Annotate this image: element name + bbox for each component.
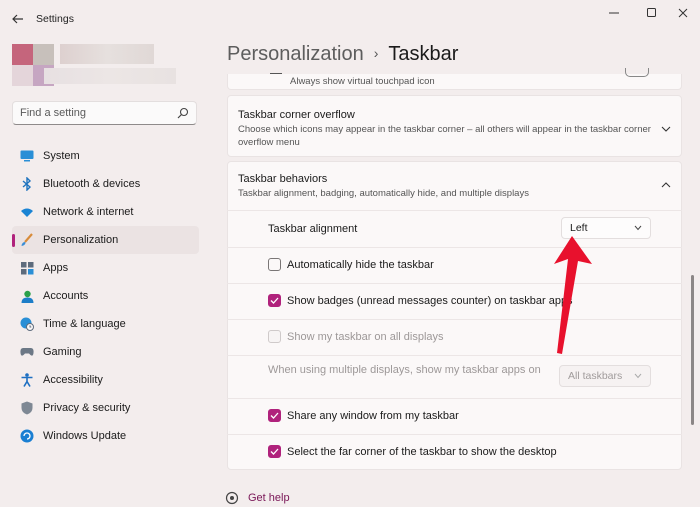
- update-icon: [20, 429, 34, 443]
- sidebar-item-accounts[interactable]: Accounts: [12, 282, 199, 310]
- scrollbar[interactable]: [691, 275, 694, 425]
- search-box[interactable]: [12, 101, 197, 125]
- chevron-up-icon[interactable]: [661, 180, 671, 190]
- chevron-down-icon: [634, 373, 642, 379]
- chevron-down-icon: [634, 225, 642, 231]
- divider: [227, 319, 682, 320]
- sidebar-item-personalization[interactable]: Personalization: [12, 226, 199, 254]
- multi-display-value: All taskbars: [568, 370, 623, 382]
- divider: [227, 283, 682, 284]
- brush-icon: [20, 233, 34, 247]
- sidebar-item-bluetooth[interactable]: Bluetooth & devices: [12, 170, 199, 198]
- share-window-label: Share any window from my taskbar: [287, 410, 459, 422]
- user-name-blurred: [60, 44, 154, 64]
- divider: [227, 355, 682, 356]
- wifi-icon: [20, 205, 34, 219]
- sidebar-item-time-language[interactable]: Time & language: [12, 310, 199, 338]
- all-displays-checkbox: [268, 330, 281, 343]
- annotation-arrow-icon: [554, 236, 592, 354]
- check-icon: [270, 448, 279, 455]
- behaviors-subtitle: Taskbar alignment, badging, automaticall…: [238, 188, 529, 199]
- page-title: Taskbar: [388, 43, 459, 65]
- all-displays-label: Show my taskbar on all displays: [287, 331, 444, 343]
- search-input[interactable]: [20, 106, 175, 120]
- breadcrumb-parent[interactable]: Personalization: [227, 43, 364, 65]
- sidebar-item-accessibility[interactable]: Accessibility: [12, 366, 199, 394]
- alignment-label: Taskbar alignment: [268, 223, 358, 235]
- check-icon: [270, 297, 279, 304]
- divider: [227, 434, 682, 435]
- sidebar-item-network[interactable]: Network & internet: [12, 198, 199, 226]
- breadcrumb: Personalization › Taskbar: [227, 43, 458, 66]
- app-title: Settings: [36, 13, 74, 25]
- gamepad-icon: [20, 345, 34, 359]
- sidebar-item-apps[interactable]: Apps: [12, 254, 199, 282]
- close-icon[interactable]: [668, 5, 698, 21]
- globe-clock-icon: [20, 317, 34, 331]
- behaviors-title: Taskbar behaviors: [238, 173, 328, 185]
- multi-display-dropdown: All taskbars: [559, 365, 651, 387]
- sidebar-item-privacy[interactable]: Privacy & security: [12, 394, 199, 422]
- autohide-checkbox[interactable]: [268, 258, 281, 271]
- sidebar-nav: System Bluetooth & devices Network & int…: [12, 142, 199, 450]
- accessibility-icon: [20, 373, 34, 387]
- bluetooth-icon: [20, 177, 34, 191]
- touchpad-toggle[interactable]: [625, 68, 649, 77]
- shield-icon: [20, 401, 34, 415]
- person-icon: [20, 289, 34, 303]
- sidebar-item-system[interactable]: System: [12, 142, 199, 170]
- back-arrow-icon[interactable]: [8, 10, 28, 28]
- maximize-icon[interactable]: [637, 5, 667, 21]
- get-help-link[interactable]: Get help: [225, 491, 290, 505]
- user-email-blurred: [44, 68, 176, 84]
- monitor-icon: [20, 149, 34, 163]
- multi-display-label: When using multiple displays, show my ta…: [268, 364, 541, 376]
- autohide-label: Automatically hide the taskbar: [287, 259, 434, 271]
- title-bar: Settings: [0, 0, 700, 40]
- apps-icon: [20, 261, 34, 275]
- badges-label: Show badges (unread messages counter) on…: [287, 295, 573, 307]
- alignment-value: Left: [570, 222, 588, 234]
- help-icon: [225, 491, 239, 505]
- divider: [227, 398, 682, 399]
- breadcrumb-separator: ›: [373, 45, 379, 61]
- far-corner-label: Select the far corner of the taskbar to …: [287, 446, 557, 458]
- sidebar-item-windows-update[interactable]: Windows Update: [12, 422, 199, 450]
- share-window-checkbox[interactable]: [268, 409, 281, 422]
- behaviors-card: [227, 161, 682, 470]
- badges-checkbox[interactable]: [268, 294, 281, 307]
- get-help-label: Get help: [248, 492, 290, 504]
- corner-overflow-subtitle: Choose which icons may appear in the tas…: [238, 124, 651, 148]
- minimize-icon[interactable]: [599, 5, 629, 21]
- divider: [227, 210, 682, 211]
- divider: [227, 247, 682, 248]
- sidebar-item-gaming[interactable]: Gaming: [12, 338, 199, 366]
- search-icon[interactable]: [177, 107, 189, 119]
- corner-overflow-title: Taskbar corner overflow: [238, 109, 355, 121]
- check-icon: [270, 412, 279, 419]
- touchpad-subtitle: Always show virtual touchpad icon: [290, 76, 435, 87]
- chevron-down-icon[interactable]: [661, 124, 671, 134]
- far-corner-checkbox[interactable]: [268, 445, 281, 458]
